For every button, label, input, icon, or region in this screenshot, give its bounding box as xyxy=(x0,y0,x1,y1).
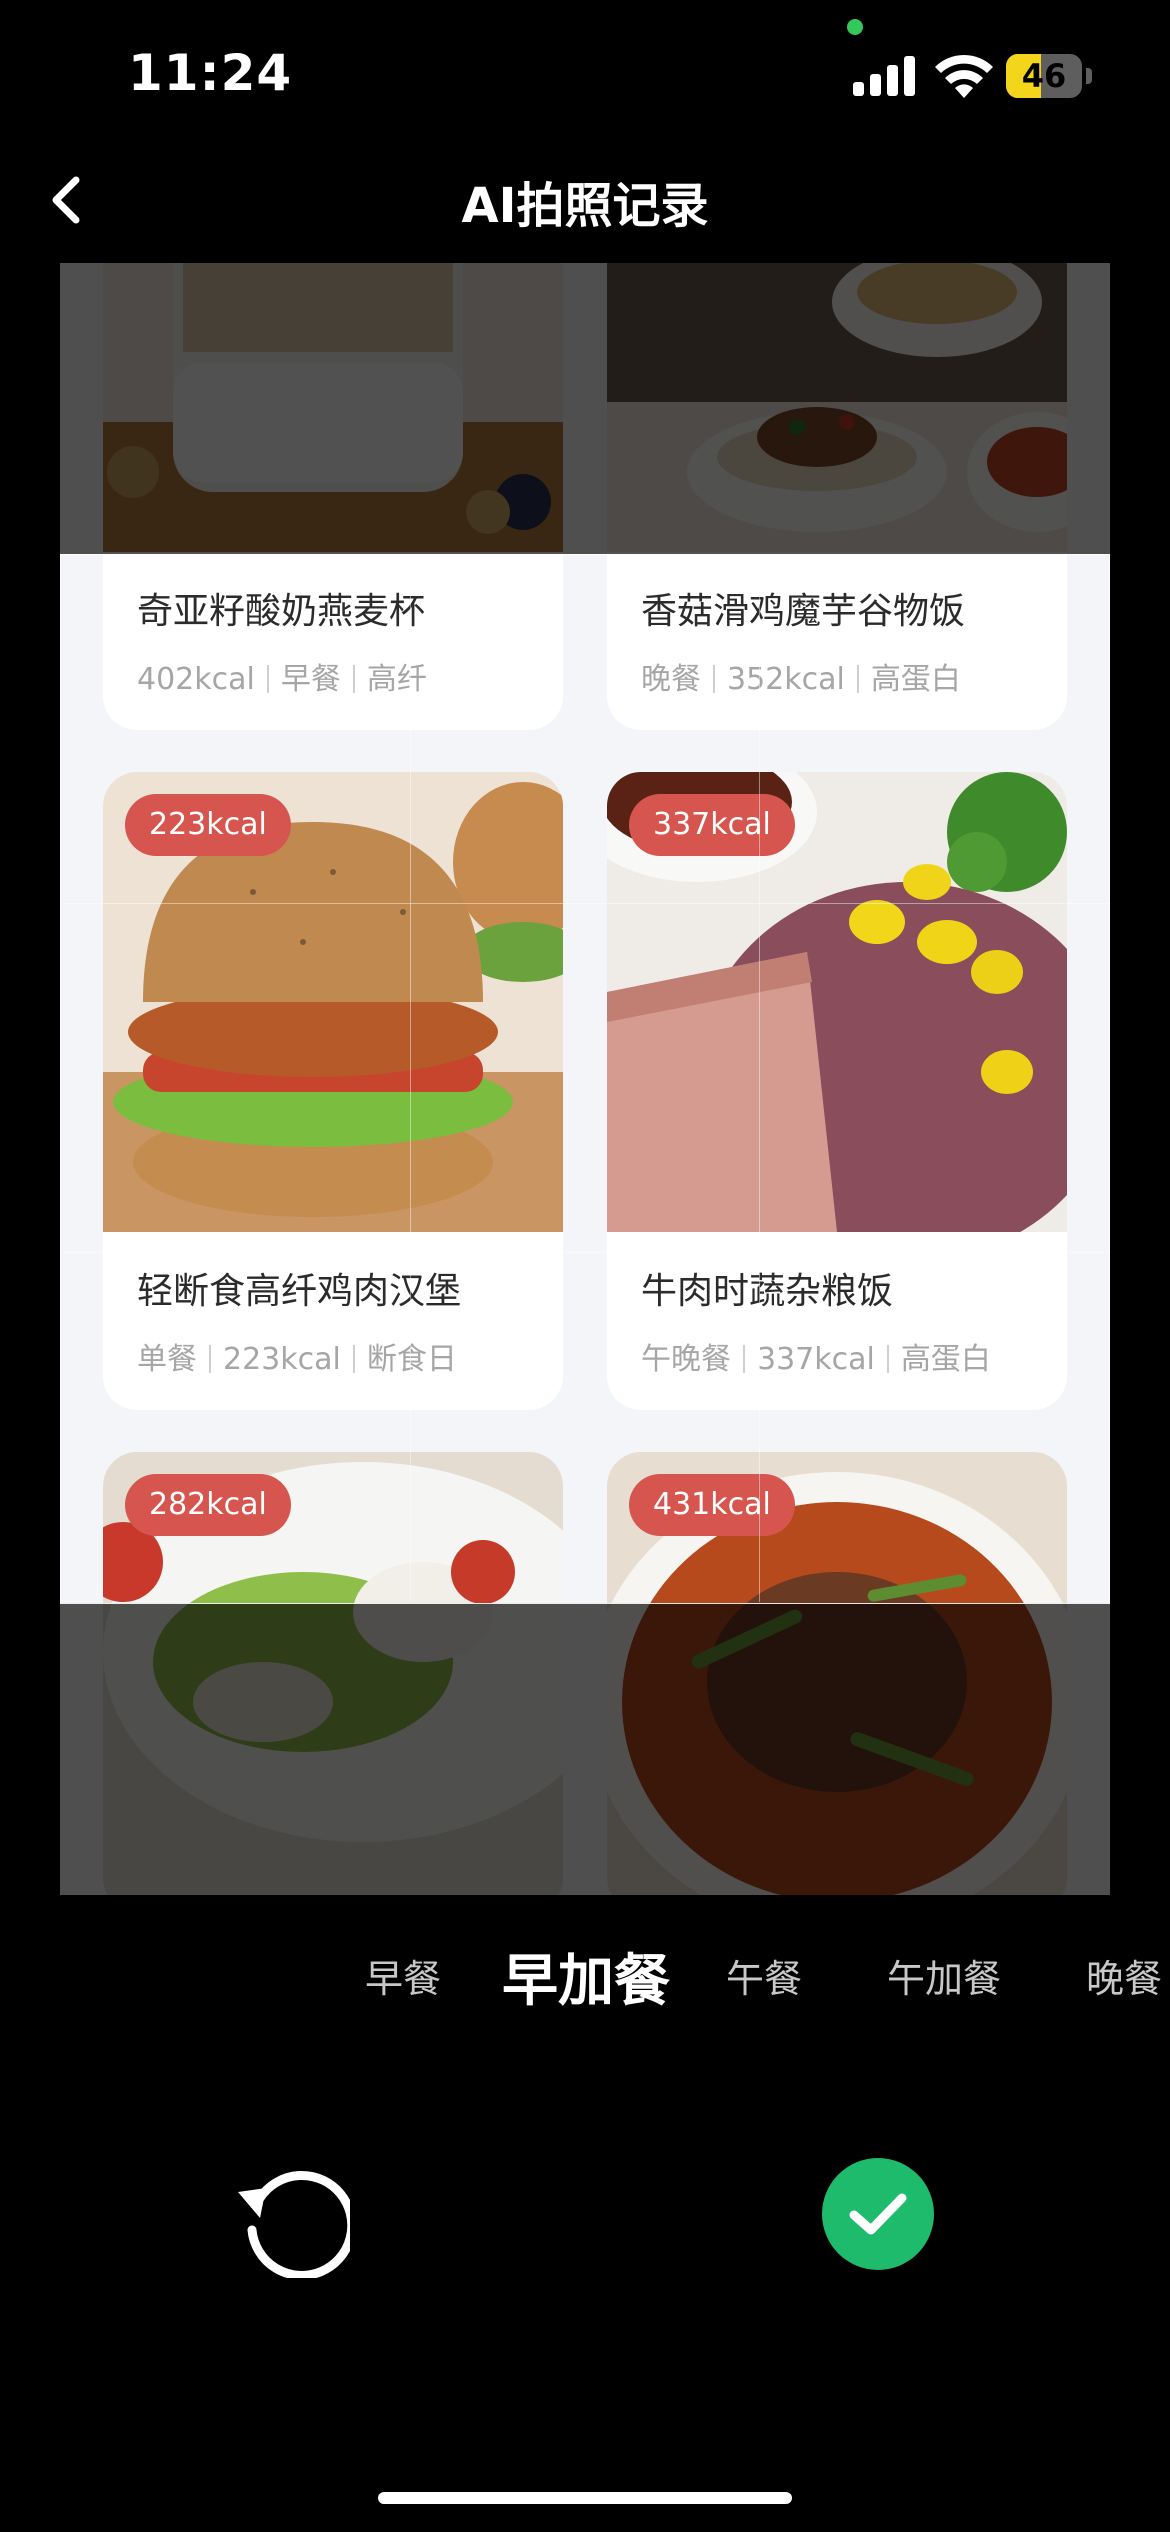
wifi-icon xyxy=(935,54,993,98)
battery-percentage: 46 xyxy=(1021,57,1067,95)
privacy-indicator xyxy=(847,19,863,35)
meal-option-selected[interactable]: 早加餐 xyxy=(502,1936,670,2017)
check-icon xyxy=(849,2193,907,2235)
cellular-signal-icon xyxy=(853,56,915,96)
meal-option[interactable]: 午加餐 xyxy=(887,1948,1001,2003)
retake-icon[interactable] xyxy=(230,2158,350,2278)
crop-grid-line xyxy=(759,554,760,1602)
crop-grid-line xyxy=(60,1252,1110,1253)
crop-grid-line xyxy=(410,554,411,1602)
status-time: 11:24 xyxy=(128,44,293,102)
meal-option[interactable]: 早餐 xyxy=(365,1948,441,2003)
crop-grid-line xyxy=(60,903,1110,904)
meal-option[interactable]: 晚餐 xyxy=(1086,1948,1162,2003)
meal-option[interactable]: 午餐 xyxy=(726,1948,802,2003)
crop-shade-bottom xyxy=(60,1603,1110,1895)
confirm-button[interactable] xyxy=(822,2158,934,2270)
page-title: AI拍照记录 xyxy=(461,178,709,234)
battery-icon: 46 xyxy=(1006,54,1092,98)
home-indicator xyxy=(378,2492,792,2504)
crop-frame[interactable] xyxy=(60,554,1110,1604)
crop-shade-top xyxy=(60,263,1110,554)
